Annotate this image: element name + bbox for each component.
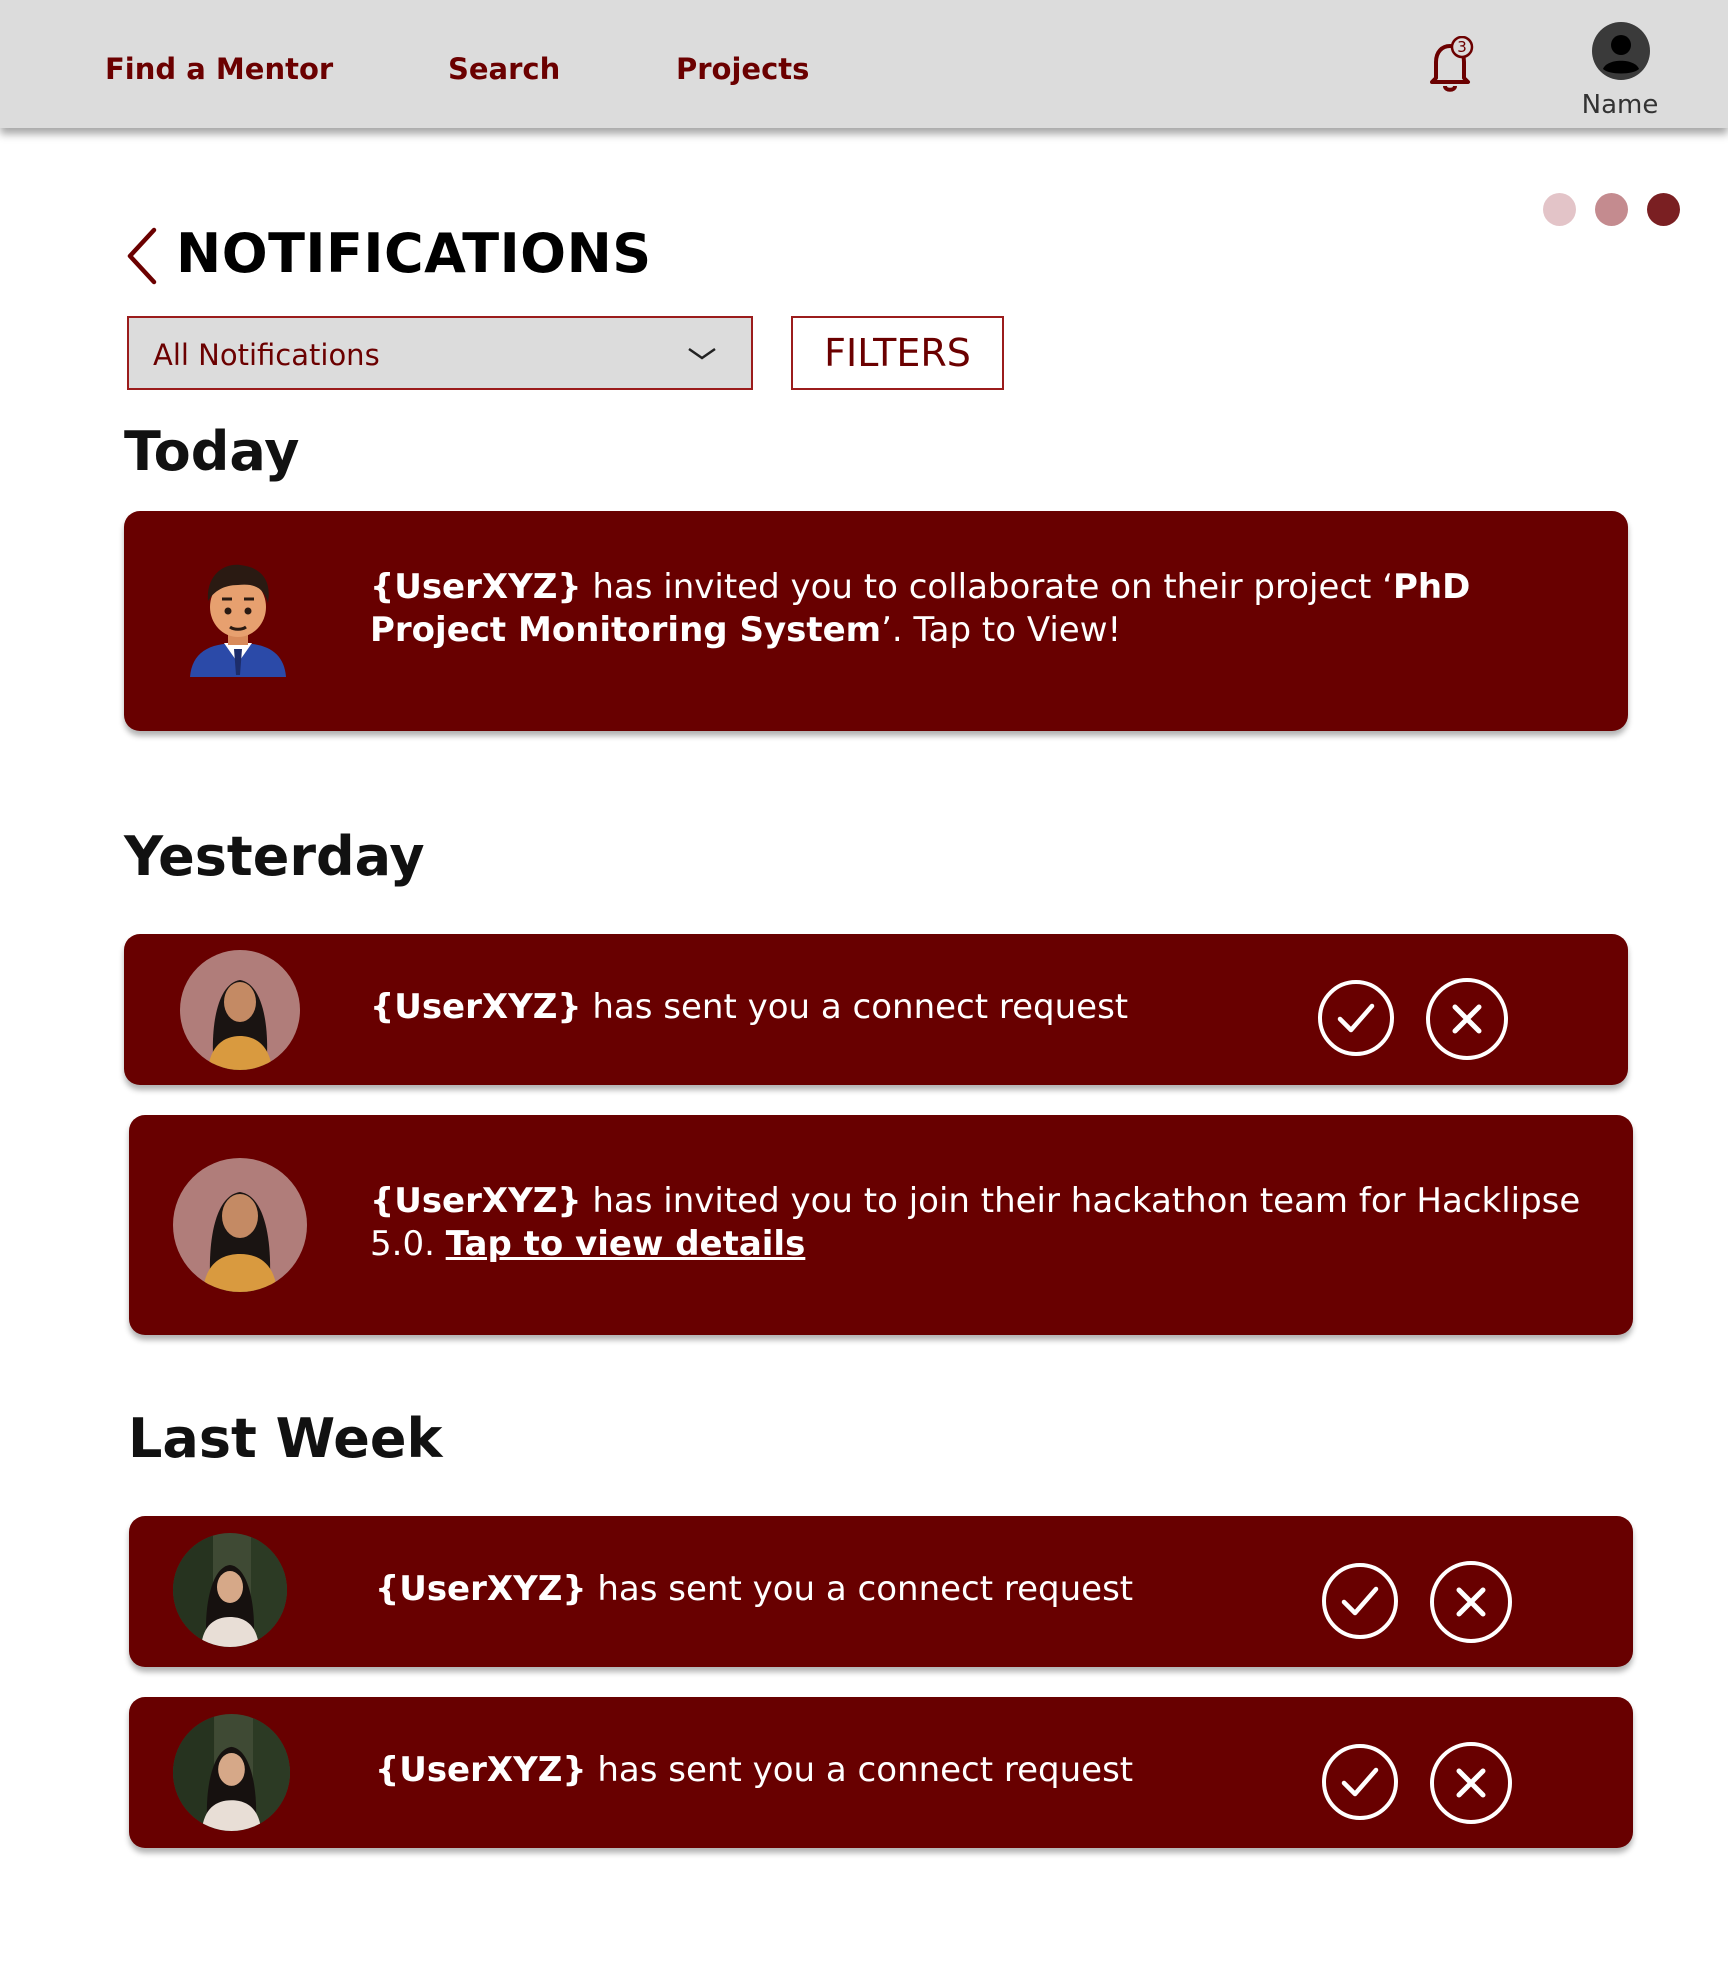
section-yesterday: Yesterday xyxy=(124,825,425,888)
filters-button[interactable]: FILTERS xyxy=(791,316,1004,390)
notification-user[interactable]: {UserXYZ} xyxy=(370,567,582,607)
user-avatar xyxy=(173,1158,307,1292)
view-details-link[interactable]: Tap to view details xyxy=(446,1224,806,1264)
step-dot-2 xyxy=(1595,193,1628,226)
close-icon xyxy=(1452,1004,1482,1034)
notification-message: has invited you to collaborate on their … xyxy=(581,567,1393,607)
nav-projects[interactable]: Projects xyxy=(676,52,809,86)
nav-find-mentor[interactable]: Find a Mentor xyxy=(105,52,333,86)
notification-user[interactable]: {UserXYZ} xyxy=(370,1181,582,1221)
close-icon xyxy=(1456,1587,1486,1617)
dropdown-value: All Notifications xyxy=(153,338,380,372)
notification-type-dropdown[interactable]: All Notifications xyxy=(127,316,753,390)
accept-button[interactable] xyxy=(1318,980,1394,1056)
notification-user[interactable]: {UserXYZ} xyxy=(370,987,582,1027)
notification-text: {UserXYZ} has sent you a connect request xyxy=(375,1568,1135,1611)
notification-text: {UserXYZ} has sent you a connect request xyxy=(375,1749,1135,1792)
notification-message: has sent you a connect request xyxy=(586,1569,1134,1609)
user-avatar xyxy=(173,1533,287,1647)
section-today: Today xyxy=(124,420,300,483)
notification-text: {UserXYZ} has invited you to join their … xyxy=(370,1180,1610,1266)
notification-user[interactable]: {UserXYZ} xyxy=(375,1750,587,1790)
user-name[interactable]: Name xyxy=(1540,90,1700,120)
notification-card-connect-request[interactable]: {UserXYZ} has sent you a connect request xyxy=(129,1697,1633,1848)
decline-button[interactable] xyxy=(1426,978,1508,1060)
notification-user[interactable]: {UserXYZ} xyxy=(375,1569,587,1609)
section-last-week: Last Week xyxy=(128,1407,443,1470)
step-dot-1 xyxy=(1543,193,1576,226)
accept-button[interactable] xyxy=(1322,1744,1398,1820)
notification-message: has sent you a connect request xyxy=(586,1750,1134,1790)
notification-card-connect-request[interactable]: {UserXYZ} has sent you a connect request xyxy=(124,934,1628,1085)
check-icon xyxy=(1341,1586,1379,1616)
accept-button[interactable] xyxy=(1322,1563,1398,1639)
notification-card-hackathon-invite[interactable]: {UserXYZ} has invited you to join their … xyxy=(129,1115,1633,1335)
notification-text: {UserXYZ} has sent you a connect request xyxy=(370,986,1130,1029)
decline-button[interactable] xyxy=(1430,1742,1512,1824)
top-nav: Find a Mentor Search Projects 3 Name xyxy=(0,0,1728,128)
notification-message-end: ’. Tap to View! xyxy=(881,610,1122,650)
chevron-down-icon xyxy=(688,347,716,360)
page-title: NOTIFICATIONS xyxy=(176,222,652,285)
user-avatar xyxy=(180,950,300,1070)
user-avatar xyxy=(173,1714,290,1831)
check-icon xyxy=(1341,1767,1379,1797)
notification-count: 3 xyxy=(1457,38,1467,56)
nav-search[interactable]: Search xyxy=(448,52,560,86)
notification-card-project-invite[interactable]: {UserXYZ} has invited you to collaborate… xyxy=(124,511,1628,731)
check-icon xyxy=(1337,1003,1375,1033)
close-icon xyxy=(1456,1768,1486,1798)
businessman-avatar-icon xyxy=(184,557,292,677)
notification-card-connect-request[interactable]: {UserXYZ} has sent you a connect request xyxy=(129,1516,1633,1667)
notification-text: {UserXYZ} has invited you to collaborate… xyxy=(370,566,1570,652)
step-dot-3 xyxy=(1647,193,1680,226)
notification-bell-icon[interactable]: 3 xyxy=(1428,35,1476,94)
decline-button[interactable] xyxy=(1430,1561,1512,1643)
back-chevron-icon[interactable] xyxy=(124,226,160,286)
notification-message: has sent you a connect request xyxy=(581,987,1129,1027)
user-avatar-icon[interactable] xyxy=(1592,22,1650,80)
